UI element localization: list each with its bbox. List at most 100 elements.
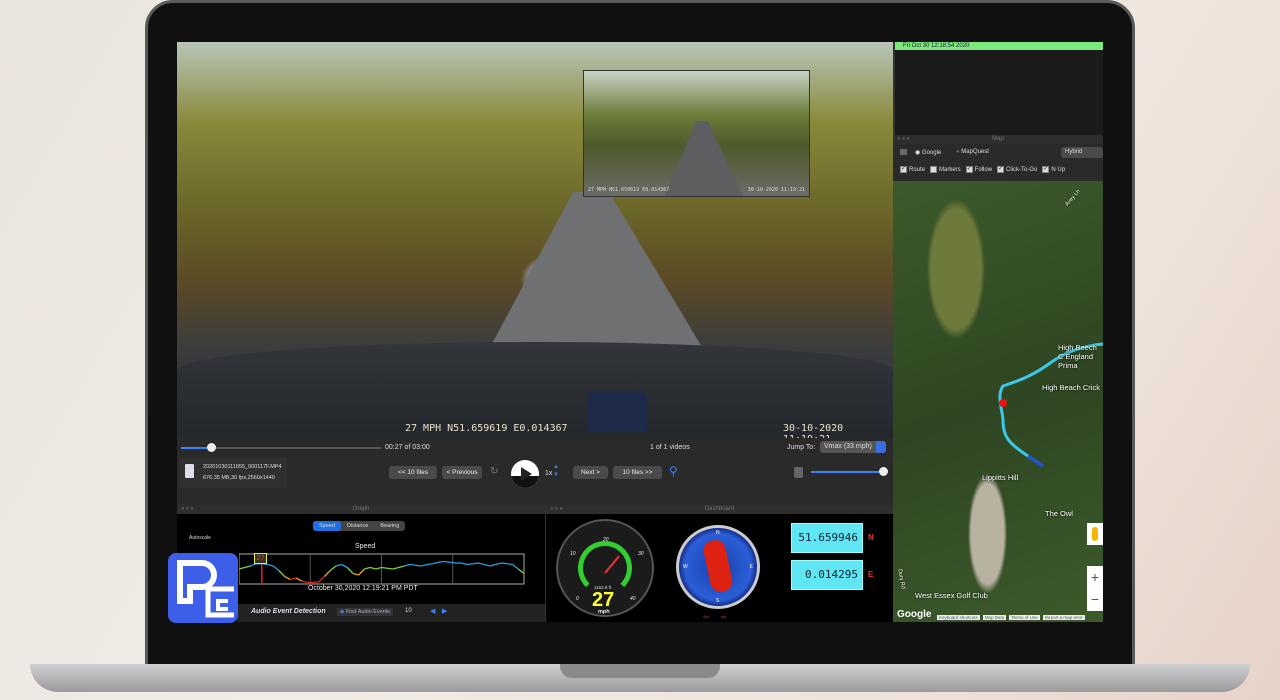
speed-segment (318, 576, 325, 583)
speed-segment (239, 566, 245, 570)
next-button[interactable]: Next > (573, 466, 608, 479)
window-controls[interactable]: ●●● (897, 136, 911, 142)
map-export-icon[interactable] (900, 149, 907, 155)
checkbox-follow[interactable]: ✓ Follow (965, 166, 993, 174)
speed-segment (517, 568, 525, 575)
speed-segment (369, 566, 376, 570)
prev-event-icon[interactable]: ◀ (430, 607, 435, 615)
checkbox-n-up[interactable]: ✓ N Up (1042, 166, 1065, 173)
checkbox-box: ✓ (1042, 166, 1050, 173)
location-pin-icon[interactable]: ⚲ (669, 464, 678, 478)
tab-distance[interactable]: Distance (341, 521, 374, 531)
threshold-stepper[interactable]: 10 (405, 608, 412, 614)
checkbox-label: Follow (974, 167, 993, 174)
audio-event-label: Audio Event Detection (251, 608, 326, 615)
progress-slider[interactable] (181, 443, 381, 452)
lon-direction: E (868, 570, 874, 579)
prev-arrow-icon[interactable]: ⇦ (703, 613, 709, 621)
pip-road (664, 121, 744, 196)
lat-direction: N (868, 533, 874, 542)
speed-segment (404, 563, 411, 567)
checkbox-box: ✓ (965, 166, 973, 173)
autoscale-toggle[interactable]: Autoscale (189, 535, 211, 541)
checkbox-label: Route (909, 167, 926, 174)
report-error-link[interactable]: Report a map error (1042, 615, 1085, 620)
checkbox-label: Markers (939, 167, 961, 174)
window-controls[interactable]: ●●● (181, 506, 195, 512)
prev-10-files-button[interactable]: << 10 files (389, 466, 437, 479)
speed-segment (244, 565, 251, 569)
speed-segment (352, 572, 359, 576)
speed-segment (295, 577, 303, 582)
rear-camera-pip[interactable]: 27 MPH N51.659619 E0.014367 30-10-2020 1… (583, 70, 810, 197)
jump-value: Vmax (33 mph) (824, 443, 872, 450)
speed-segment (432, 561, 439, 565)
pip-osd-position: 27 MPH N51.659619 E0.014367 (588, 187, 670, 193)
current-position-marker (999, 399, 1007, 407)
tick-20: 20 (603, 537, 609, 543)
volume-icon (794, 467, 803, 478)
speed-segment (398, 565, 405, 569)
compass: N E S W (676, 525, 760, 609)
speed-segment (472, 562, 479, 565)
speed-segment (341, 563, 348, 569)
car-heading-icon (701, 538, 735, 594)
speed-chart[interactable] (239, 553, 525, 585)
speed-segment (501, 562, 507, 565)
graph-timestamp: October 30,2020 12:19:21 PM PDT (308, 585, 418, 592)
tab-speed[interactable]: Speed (313, 521, 341, 531)
video-osd-position: 27 MPH N51.659619 E0.014367 (405, 423, 568, 434)
speed-segment (461, 562, 468, 566)
speed-segment (358, 568, 365, 576)
checkbox-route[interactable]: ✓ Route (900, 166, 926, 174)
find-audio-events-button[interactable]: ◆ Find Audio Events (337, 608, 394, 616)
file-icon (185, 464, 194, 478)
dashboard-titlebar: ●●● Dashboard (546, 505, 893, 514)
previous-button[interactable]: < Previous (442, 466, 482, 479)
speed-segment (392, 566, 399, 570)
speed-segment (449, 561, 456, 564)
next-arrow-icon[interactable]: ⇨ (721, 613, 727, 621)
audio-event-bar: Audio Event Detection ◆ Find Audio Event… (237, 604, 545, 622)
map-data-link[interactable]: Map Data (982, 615, 1007, 620)
zoom-in-button[interactable]: + (1087, 566, 1103, 588)
street-view-pegman-icon[interactable] (1087, 523, 1103, 545)
play-button[interactable] (511, 460, 539, 488)
next-event-icon[interactable]: ▶ (442, 607, 447, 615)
provider-mapquest[interactable]: ● MapQuest (956, 149, 989, 155)
map-title: Map (992, 136, 1004, 142)
checkbox-box: ✓ (900, 166, 907, 173)
checkbox-markers[interactable]: Markers (930, 166, 961, 174)
checkbox-box: ✓ (997, 166, 1005, 173)
keyboard-shortcuts-link[interactable]: Keyboard shortcuts (937, 615, 980, 620)
map-view[interactable]: High Beech C England Prima High Beach Cr… (893, 181, 1103, 622)
replay-icon[interactable]: ↻ (490, 466, 498, 477)
speed-segment (512, 563, 519, 570)
window-controls[interactable]: ●●● (550, 506, 564, 512)
speed-segment (290, 577, 297, 581)
speed-stepper[interactable]: ▲ ▼ (553, 463, 559, 479)
jump-select[interactable]: Vmax (33 mph) (820, 441, 886, 453)
google-logo: Google (897, 609, 932, 620)
progress-handle[interactable] (207, 443, 216, 452)
map-label: Lippitts Hill (982, 473, 1019, 482)
next-10-files-button[interactable]: 10 files >> (613, 466, 662, 479)
graph-titlebar: ●●● Graph (177, 505, 545, 514)
provider-google[interactable]: ◉ Google (915, 149, 941, 156)
dashboard-title: Dashboard (704, 506, 735, 512)
speed-segment (364, 566, 371, 570)
map-type-select[interactable]: Hybrid (1061, 147, 1103, 158)
zoom-out-button[interactable]: − (1087, 588, 1103, 610)
laptop-notch (560, 664, 720, 678)
terms-link[interactable]: Terms of Use (1009, 615, 1040, 620)
map-checkboxes: ✓ Route Markers ✓ Follow ✓ Click-To-Go ✓ N Up (900, 166, 1070, 173)
speed-segment (387, 567, 393, 570)
volume-handle[interactable] (879, 467, 888, 476)
tab-bearing[interactable]: Bearing (374, 521, 405, 531)
dashboard-panel: ●●● Dashboard 20 10 30 0 40 1162.8 ft 27 … (545, 505, 893, 622)
compass-n: N (716, 530, 720, 536)
checkbox-click-to-go[interactable]: ✓ Click-To-Go (997, 166, 1037, 173)
speed-segment (466, 563, 473, 566)
volume-slider[interactable] (811, 467, 888, 476)
chart-title: Speed (355, 543, 376, 550)
